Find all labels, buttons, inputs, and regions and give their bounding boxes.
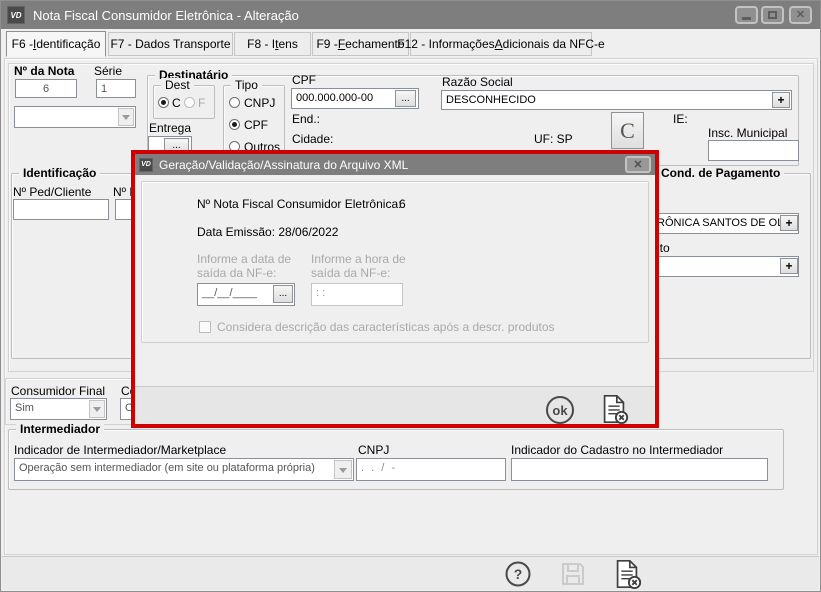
pagamento-title: Cond. de Pagamento [657, 166, 785, 180]
app-logo-icon: VD [7, 6, 25, 24]
ie-label: IE: [673, 112, 688, 126]
tab-identificacao[interactable]: F6 - Identificação [6, 31, 106, 57]
indicador-intermediador-arrow-icon[interactable] [334, 460, 352, 479]
ped-cliente-label: Nº Ped/Cliente [13, 185, 92, 199]
minimize-button[interactable] [735, 6, 758, 24]
razao-social-label: Razão Social [442, 75, 513, 89]
svg-text:ok: ok [552, 403, 568, 418]
dialog-title-bar: VD Geração/Validação/Assinatura do Arqui… [135, 154, 655, 175]
dialog-nota-label: Nº Nota Fiscal Consumidor Eletrônica: [197, 197, 402, 211]
pagto-field[interactable] [652, 256, 799, 277]
uf-label: UF: SP [534, 132, 573, 146]
dialog-data-saida-label-line2: saída da NF-e: [197, 266, 277, 280]
dialog-checkbox-label: Considera descrição das características … [217, 320, 555, 334]
nota-label: Nº da Nota [14, 64, 75, 78]
help-icon: ? [505, 561, 531, 587]
save-button[interactable] [559, 560, 587, 588]
svg-text:?: ? [514, 566, 523, 582]
dialog-title: Geração/Validação/Assinatura do Arquivo … [159, 157, 409, 172]
cancel-button[interactable] [611, 558, 643, 590]
dialog-close-button[interactable]: ✕ [625, 156, 651, 173]
razao-social-plus-button[interactable]: + [772, 92, 790, 108]
consumidor-final-label: Consumidor Final [11, 384, 106, 398]
bottom-toolbar [2, 556, 819, 590]
vendedor-field[interactable]: RÔNICA SANTOS DE OLIVE [652, 213, 799, 234]
tab-fechamento[interactable]: F9 - Fechamento [312, 32, 409, 56]
dialog-time-field[interactable]: : : [311, 283, 403, 306]
tipo-radio-cnpj-label: CNPJ [244, 96, 276, 110]
indicador-intermediador-label: Indicador de Intermediador/Marketplace [14, 443, 227, 457]
dest-radio-f-label: F [198, 96, 206, 110]
intermediador-title: Intermediador [16, 422, 105, 436]
tab-itens[interactable]: F8 - It ens [234, 32, 311, 56]
save-icon [562, 563, 584, 585]
cancel-document-icon [616, 559, 642, 590]
consumidor-final-arrow-icon[interactable] [89, 400, 105, 418]
dialog-hora-saida-label-line1: Informe a hora de [311, 252, 406, 266]
endereco-label: End.: [292, 112, 321, 126]
dest-title: Dest [161, 78, 194, 92]
vendedor-plus-button[interactable]: + [780, 215, 798, 231]
tipo-title: Tipo [231, 78, 262, 92]
close-icon: ✕ [795, 8, 806, 21]
consulta-button[interactable]: C [611, 112, 644, 149]
indicador-intermediador-combobox[interactable]: Operação sem intermediador (em site ou p… [14, 458, 354, 481]
dest-radio-f[interactable] [184, 97, 195, 108]
dialog-cancel-button[interactable] [598, 393, 630, 425]
insc-municipal-field[interactable] [708, 140, 799, 161]
cpf-more-button[interactable]: ... [395, 90, 416, 107]
ok-icon: ok [546, 396, 574, 424]
title-bar: VD Nota Fiscal Consumidor Eletrônica - A… [1, 1, 820, 29]
dialog-nota-value: 6 [399, 197, 406, 211]
dialog-checkbox[interactable] [199, 321, 211, 333]
dialog-logo-icon: VD [139, 157, 153, 172]
identificacao-title: Identificação [19, 166, 101, 180]
maximize-icon [768, 11, 777, 19]
dest-radio-c[interactable] [158, 97, 169, 108]
entrega-label: Entrega [149, 121, 192, 135]
dest-radio-c-label: C [172, 96, 181, 110]
tipo-radio-cpf-label: CPF [244, 118, 268, 132]
tab-strip: F6 - Identificação F7 - Dados Transporte… [1, 29, 820, 58]
pagto-plus-button[interactable]: + [780, 258, 798, 274]
help-button[interactable]: ? [504, 560, 532, 588]
close-button[interactable]: ✕ [789, 6, 812, 24]
dialog-close-icon: ✕ [633, 159, 643, 171]
tab-informacoes-adicionais[interactable]: F12 - Informações Adicionais da NFC-e [397, 32, 605, 56]
dialog-hora-saida-label-line2: saída da NF-e: [311, 266, 391, 280]
window-title: Nota Fiscal Consumidor Eletrônica - Alte… [33, 7, 299, 23]
cadastro-intermediador-label: Indicador do Cadastro no Intermediador [511, 443, 724, 457]
serie-label: Série [94, 64, 123, 78]
cnpj-intermediador-field[interactable]: . . / - [356, 458, 506, 481]
tipo-radio-cpf[interactable] [229, 119, 240, 130]
tab-dados-transporte[interactable]: F7 - Dados Transporte [108, 32, 233, 56]
insc-municipal-label: Insc. Municipal [708, 126, 788, 140]
nota-combobox-arrow-icon[interactable] [118, 108, 134, 126]
minimize-icon [742, 16, 751, 20]
tipo-radio-cnpj[interactable] [229, 97, 240, 108]
dialog-footer [135, 386, 655, 424]
cpf-label: CPF [292, 73, 316, 87]
dialog-emissao-text: Data Emissão: 28/06/2022 [197, 225, 339, 239]
serie-field[interactable]: 1 [96, 79, 136, 98]
cadastro-intermediador-field[interactable] [511, 458, 768, 481]
cidade-label: Cidade: [292, 132, 334, 146]
maximize-button[interactable] [761, 6, 784, 24]
cnpj-intermediador-label: CNPJ [358, 443, 390, 457]
dialog-date-more-button[interactable]: ... [273, 285, 293, 303]
app-window: VD Nota Fiscal Consumidor Eletrônica - A… [0, 0, 821, 592]
nota-field[interactable]: 6 [15, 79, 77, 98]
dialog-ok-button[interactable]: ok [544, 394, 576, 426]
razao-social-field[interactable]: DESCONHECIDO [441, 90, 792, 110]
ped-cliente-field[interactable] [13, 199, 109, 220]
dialog-cancel-document-icon [603, 394, 629, 425]
xml-generation-dialog: VD Geração/Validação/Assinatura do Arqui… [131, 150, 659, 428]
dialog-data-saida-label-line1: Informe a data de [197, 252, 292, 266]
